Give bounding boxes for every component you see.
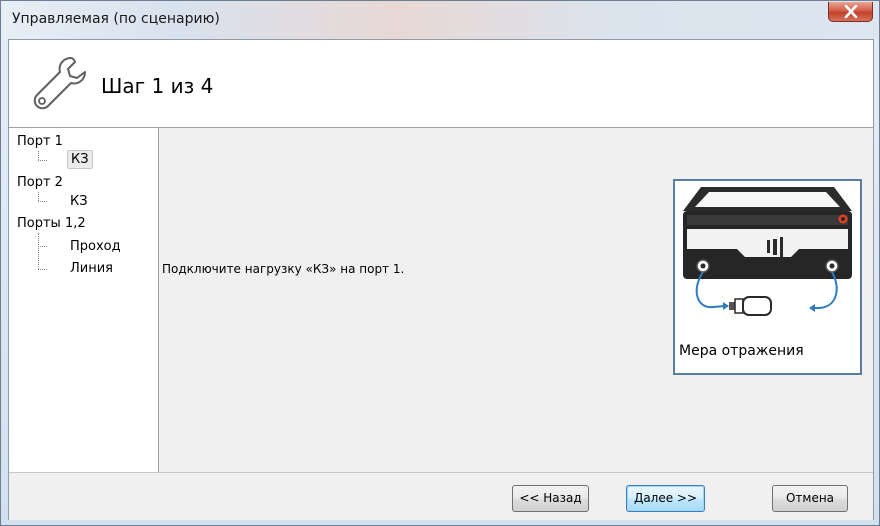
tree-connector <box>38 233 39 269</box>
tree-connector <box>38 160 47 161</box>
wizard-window: Управляемая (по сценарию) Шаг 1 из 4 Пор… <box>0 0 880 526</box>
steps-tree: Порт 1 КЗ Порт 2 КЗ Порты 1,2 Проход Лин… <box>9 128 159 472</box>
tree-item-line[interactable]: Линия <box>67 260 116 277</box>
close-button[interactable] <box>828 2 873 22</box>
tree-item-port1-kz[interactable]: КЗ <box>67 150 93 169</box>
tree-group-port1[interactable]: Порт 1 <box>17 134 63 149</box>
title-bar[interactable]: Управляемая (по сценарию) <box>1 1 879 39</box>
device-caption: Мера отражения <box>679 343 804 359</box>
reflection-standard-device-icon <box>683 187 852 316</box>
device-illustration: Мера отражения <box>673 179 862 375</box>
instruction-text: Подключите нагрузку «КЗ» на порт 1. <box>162 262 405 276</box>
tree-connector <box>38 269 47 270</box>
cancel-button[interactable]: Отмена <box>772 485 848 512</box>
tree-group-ports12[interactable]: Порты 1,2 <box>17 216 86 231</box>
wrench-icon <box>33 57 86 110</box>
tree-connector <box>38 246 47 247</box>
wizard-footer: << Назад Далее >> Отмена <box>9 472 873 520</box>
tree-connector <box>38 192 39 201</box>
step-title: Шаг 1 из 4 <box>101 74 214 98</box>
tree-connector <box>38 201 47 202</box>
window-title: Управляемая (по сценарию) <box>12 11 220 27</box>
close-icon <box>844 5 858 18</box>
tree-group-port2[interactable]: Порт 2 <box>17 175 63 190</box>
back-button[interactable]: << Назад <box>512 485 589 512</box>
next-button[interactable]: Далее >> <box>626 485 705 512</box>
wizard-header: Шаг 1 из 4 <box>9 40 873 128</box>
tree-item-port2-kz[interactable]: КЗ <box>67 193 91 210</box>
wizard-content: Шаг 1 из 4 Порт 1 КЗ Порт 2 КЗ Порты 1,2… <box>8 39 874 520</box>
step-panel: Подключите нагрузку «КЗ» на порт 1. Мера… <box>159 128 873 472</box>
tree-item-through[interactable]: Проход <box>67 238 124 255</box>
tree-connector <box>38 151 39 160</box>
